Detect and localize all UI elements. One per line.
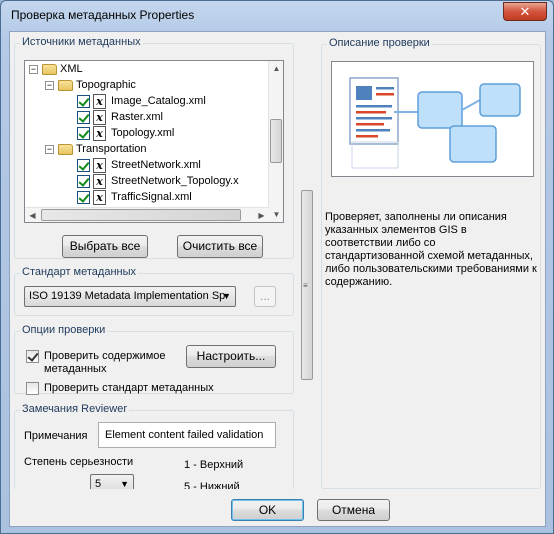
tree-item-topology[interactable]: x Topology.xml bbox=[77, 125, 174, 141]
chevron-down-icon: ▼ bbox=[222, 291, 231, 301]
xml-file-icon: x bbox=[93, 125, 106, 141]
xml-file-icon: x bbox=[93, 189, 106, 205]
xml-file-icon: x bbox=[93, 93, 106, 109]
notes-input[interactable]: Element content failed validation bbox=[98, 422, 276, 448]
scroll-left-icon[interactable]: ◀ bbox=[25, 208, 40, 222]
collapse-icon[interactable]: − bbox=[45, 144, 54, 154]
severity-label: Степень серьезности bbox=[24, 456, 134, 468]
ok-button[interactable]: OK bbox=[231, 499, 304, 521]
scroll-right-icon[interactable]: ▶ bbox=[254, 208, 269, 222]
tree-vertical-scrollbar[interactable]: ▲ ▼ bbox=[268, 61, 283, 222]
severity-high-label: 1 - Верхний bbox=[184, 459, 244, 471]
check-content-checkbox[interactable] bbox=[26, 350, 39, 363]
check-standard-checkbox[interactable] bbox=[26, 382, 39, 395]
description-title: Описание проверки bbox=[327, 37, 432, 49]
scroll-up-icon[interactable]: ▲ bbox=[269, 61, 283, 76]
tree-item-label: Transportation bbox=[76, 143, 147, 155]
metadata-tree[interactable]: − XML − Topographic x Image_Catalog.xml x Ra… bbox=[24, 60, 284, 223]
metadata-standard-group: Стандарт метаданных ISO 19139 Metadata I… bbox=[14, 266, 294, 316]
tree-item-label: StreetNetwork_Topology.x bbox=[111, 175, 239, 187]
collapse-icon[interactable]: − bbox=[45, 80, 54, 90]
tree-item-label: Topographic bbox=[76, 79, 136, 91]
tree-item-raster[interactable]: x Raster.xml bbox=[77, 109, 163, 125]
tree-item-transportation[interactable]: − Transportation bbox=[45, 141, 147, 157]
left-scroll-pane: Источники метаданных − XML − Topographic x… bbox=[12, 34, 307, 489]
check-content-label: Проверить содержимое метаданных bbox=[44, 350, 166, 375]
dialog-window: Проверка метаданных Properties ✕ Источни… bbox=[0, 0, 554, 534]
description-group: Описание проверки Проверяет, заполнены л… bbox=[321, 37, 541, 489]
severity-value: 5 bbox=[95, 478, 102, 489]
tree-item-label: Raster.xml bbox=[111, 111, 163, 123]
tree-checkbox[interactable] bbox=[77, 158, 90, 172]
tree-item-label: Topology.xml bbox=[111, 127, 175, 139]
tree-item-traffic-signal[interactable]: x TrafficSignal.xml bbox=[77, 189, 192, 205]
check-options-group: Опции проверки Проверить содержимое мета… bbox=[14, 324, 294, 395]
notes-label: Примечания bbox=[24, 430, 88, 442]
tree-item-xml[interactable]: − XML bbox=[29, 61, 83, 77]
scroll-down-icon[interactable]: ▼ bbox=[269, 207, 283, 222]
description-preview-image bbox=[331, 61, 534, 177]
tree-checkbox[interactable] bbox=[77, 126, 90, 140]
close-icon: ✕ bbox=[519, 4, 531, 19]
metadata-standard-select[interactable]: ISO 19139 Metadata Implementation Sp ▼ bbox=[24, 286, 236, 307]
close-button[interactable]: ✕ bbox=[503, 2, 547, 21]
reviewer-title: Замечания Reviewer bbox=[20, 403, 130, 415]
tree-checkbox[interactable] bbox=[77, 94, 90, 108]
folder-icon bbox=[58, 143, 73, 155]
metadata-check-illustration bbox=[349, 77, 521, 169]
chevron-down-icon: ▼ bbox=[120, 479, 129, 489]
check-options-title: Опции проверки bbox=[20, 324, 108, 336]
reviewer-group: Замечания Reviewer Примечания Element co… bbox=[14, 403, 294, 489]
scroll-thumb[interactable] bbox=[270, 119, 282, 163]
tree-checkbox[interactable] bbox=[77, 110, 90, 124]
folder-icon bbox=[58, 79, 73, 91]
cancel-button[interactable]: Отмена bbox=[317, 499, 390, 521]
description-text: Проверяет, заполнены ли описания указанн… bbox=[325, 211, 537, 288]
check-standard-label: Проверить стандарт метаданных bbox=[44, 382, 214, 394]
tree-item-topographic[interactable]: − Topographic bbox=[45, 77, 136, 93]
browse-standard-button[interactable]: ... bbox=[254, 286, 276, 307]
check-content-option[interactable]: Проверить содержимое метаданных bbox=[26, 350, 174, 378]
window-title: Проверка метаданных Properties bbox=[11, 8, 195, 22]
configure-button[interactable]: Настроить... bbox=[186, 345, 276, 368]
grip-icon: ≡ bbox=[303, 281, 308, 290]
clear-all-button[interactable]: Очистить все bbox=[177, 235, 263, 258]
xml-file-icon: x bbox=[93, 173, 106, 189]
title-bar[interactable]: Проверка метаданных Properties ✕ bbox=[1, 1, 553, 31]
tree-item-street-network[interactable]: x StreetNetwork.xml bbox=[77, 157, 201, 173]
metadata-sources-title: Источники метаданных bbox=[20, 36, 143, 48]
severity-select[interactable]: 5 ▼ bbox=[90, 474, 134, 489]
check-standard-option[interactable]: Проверить стандарт метаданных bbox=[26, 382, 226, 395]
tree-horizontal-scrollbar[interactable]: ◀ ▶ bbox=[25, 207, 269, 222]
scroll-thumb[interactable] bbox=[41, 209, 241, 221]
metadata-standard-title: Стандарт метаданных bbox=[20, 266, 138, 278]
tree-item-label: XML bbox=[60, 63, 83, 75]
metadata-standard-value: ISO 19139 Metadata Implementation Sp bbox=[29, 290, 226, 302]
tree-item-street-network-topology[interactable]: x StreetNetwork_Topology.x bbox=[77, 173, 239, 189]
xml-file-icon: x bbox=[93, 157, 106, 173]
tree-item-label: StreetNetwork.xml bbox=[111, 159, 201, 171]
tree-checkbox[interactable] bbox=[77, 190, 90, 204]
dialog-client: Источники метаданных − XML − Topographic x… bbox=[9, 31, 546, 527]
folder-icon bbox=[42, 63, 57, 75]
collapse-icon[interactable]: − bbox=[29, 64, 38, 74]
pane-vertical-scrollbar[interactable]: ≡ bbox=[299, 34, 315, 489]
xml-file-icon: x bbox=[93, 109, 106, 125]
tree-item-label: TrafficSignal.xml bbox=[111, 191, 192, 203]
tree-item-image-catalog[interactable]: x Image_Catalog.xml bbox=[77, 93, 206, 109]
select-all-button[interactable]: Выбрать все bbox=[62, 235, 148, 258]
tree-item-label: Image_Catalog.xml bbox=[111, 95, 206, 107]
tree-checkbox[interactable] bbox=[77, 174, 90, 188]
metadata-sources-group: Источники метаданных − XML − Topographic x… bbox=[14, 36, 294, 259]
severity-low-label: 5 - Нижний bbox=[184, 481, 240, 489]
